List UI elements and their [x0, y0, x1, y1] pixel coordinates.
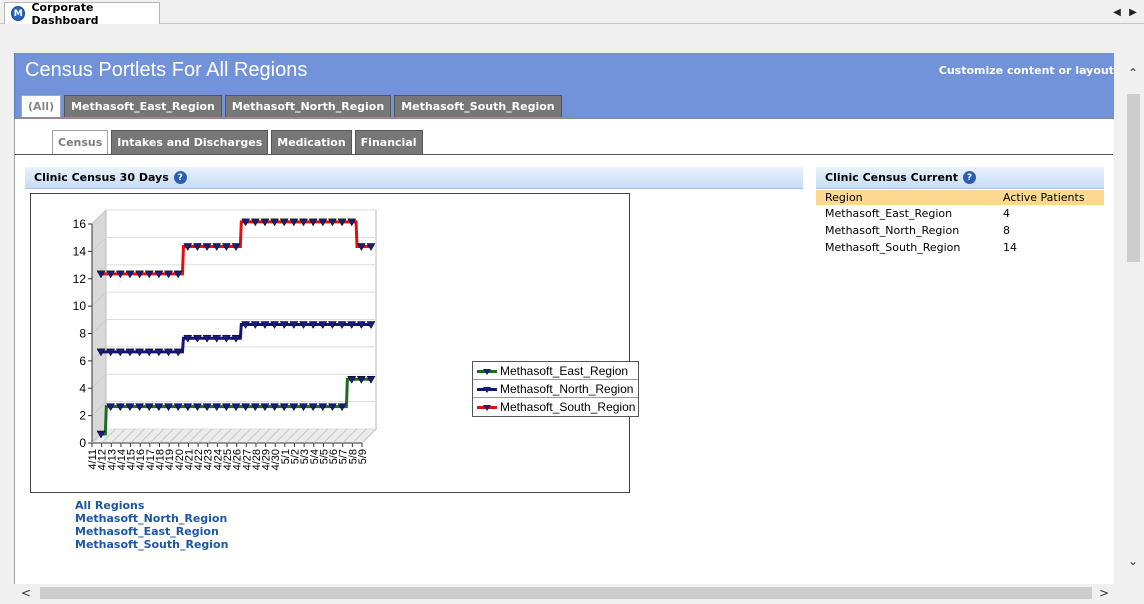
y-tick-label: 12 [73, 272, 87, 286]
x-tick-label: 5/9 [357, 449, 369, 464]
census-chart: 0 2 4 6 8 10 12 14 16 4/11 4/12 4/13 4/14 4/15 4/16 4/1… [30, 193, 639, 493]
scroll-right-icon[interactable]: > [1096, 584, 1112, 602]
window-tab-bar: M Corporate Dashboard ◀ ▶ [0, 0, 1144, 27]
table-cell-region: Methasoft_North_Region [825, 224, 960, 237]
tab-all-regions[interactable]: (All) [21, 95, 62, 117]
legend-item-south: Methasoft_South_Region [473, 398, 638, 416]
table-row: Methasoft_East_Region 4 [816, 205, 1104, 222]
document-tab-title: Corporate Dashboard [31, 0, 99, 27]
tab-south-region[interactable]: Methasoft_South_Region [394, 95, 562, 117]
link-north-region[interactable]: Methasoft_North_Region [75, 512, 228, 525]
legend-swatch-north [477, 384, 497, 394]
tab-navigation: ◀ ▶ [1110, 5, 1140, 19]
toolbar-gap [0, 24, 1144, 53]
section-tabs-divider [15, 154, 1113, 155]
table-cell-count: 8 [1003, 224, 1010, 237]
tab-east-region[interactable]: Methasoft_East_Region [64, 95, 222, 117]
customize-layout-link[interactable]: Customize content or layout [939, 64, 1114, 77]
census-current-table: Region Active Patients Methasoft_East_Re… [816, 190, 1104, 256]
legend-item-east: Methasoft_East_Region [473, 362, 638, 380]
tab-medication[interactable]: Medication [271, 130, 352, 154]
app-logo-icon: M [11, 6, 26, 21]
table-cell-region: Methasoft_South_Region [825, 241, 961, 254]
census-line-chart: 02468101214164/114/124/134/144/154/164/1… [73, 208, 378, 470]
vertical-scrollbar[interactable]: ⌃ ⌄ [1122, 53, 1144, 584]
tab-intakes-discharges[interactable]: Intakes and Discharges [111, 130, 269, 154]
left-margin [0, 53, 14, 584]
y-tick-label: 16 [73, 217, 87, 231]
y-tick-label: 0 [79, 436, 86, 450]
scroll-left-icon[interactable]: < [18, 584, 34, 602]
help-icon[interactable]: ? [173, 171, 187, 184]
clinic-census-30-days-header: Clinic Census 30 Days ? [25, 167, 803, 189]
document-tab[interactable]: M Corporate Dashboard [4, 0, 160, 27]
legend-item-north: Methasoft_North_Region [473, 380, 638, 398]
legend-label: Methasoft_North_Region [500, 381, 634, 396]
table-row: Methasoft_North_Region 8 [816, 222, 1104, 239]
help-icon[interactable]: ? [963, 171, 976, 184]
tab-north-region[interactable]: Methasoft_North_Region [224, 95, 392, 117]
legend-swatch-east [477, 366, 497, 376]
link-east-region[interactable]: Methasoft_East_Region [75, 525, 228, 538]
horizontal-scrollbar[interactable]: < > [14, 584, 1122, 602]
table-header-row: Region Active Patients [816, 190, 1104, 205]
tab-next-icon[interactable]: ▶ [1126, 5, 1140, 19]
portlet-title: Clinic Census Current [825, 171, 958, 184]
region-links: All Regions Methasoft_North_Region Metha… [75, 499, 228, 551]
scroll-down-icon[interactable]: ⌄ [1122, 553, 1144, 569]
portlet-title: Clinic Census 30 Days [34, 171, 169, 184]
table-cell-count: 4 [1003, 207, 1010, 220]
tab-census[interactable]: Census [52, 130, 109, 154]
link-south-region[interactable]: Methasoft_South_Region [75, 538, 228, 551]
region-tabs: (All) Methasoft_East_Region Methasoft_No… [21, 95, 562, 117]
link-all-regions[interactable]: All Regions [75, 499, 228, 512]
column-header-region: Region [816, 190, 999, 205]
main-content: Census Intakes and Discharges Medication… [14, 118, 1114, 584]
page-header: Census Portlets For All Regions Customiz… [14, 53, 1114, 118]
tab-prev-icon[interactable]: ◀ [1110, 5, 1124, 19]
horizontal-scroll-thumb[interactable] [40, 587, 1092, 599]
chart-legend: Methasoft_East_Region Methasoft_North_Re… [472, 361, 639, 417]
column-header-active-patients: Active Patients [999, 190, 1104, 205]
vertical-scroll-thumb[interactable] [1127, 94, 1140, 262]
y-tick-label: 6 [79, 354, 86, 368]
page-title: Census Portlets For All Regions [25, 59, 308, 81]
legend-label: Methasoft_East_Region [500, 363, 629, 378]
scroll-up-icon[interactable]: ⌃ [1122, 65, 1144, 81]
y-tick-label: 14 [73, 244, 87, 258]
y-tick-label: 10 [73, 299, 87, 313]
clinic-census-current-header: Clinic Census Current ? [816, 167, 1104, 189]
legend-swatch-south [477, 402, 497, 412]
legend-label: Methasoft_South_Region [500, 400, 636, 414]
table-cell-region: Methasoft_East_Region [825, 207, 953, 220]
tab-financial[interactable]: Financial [354, 130, 423, 154]
y-tick-label: 4 [79, 381, 86, 395]
table-row: Methasoft_South_Region 14 [816, 239, 1104, 256]
section-tabs: Census Intakes and Discharges Medication… [52, 130, 423, 154]
table-cell-count: 14 [1003, 241, 1017, 254]
y-tick-label: 2 [79, 409, 86, 423]
y-tick-label: 8 [79, 327, 86, 341]
